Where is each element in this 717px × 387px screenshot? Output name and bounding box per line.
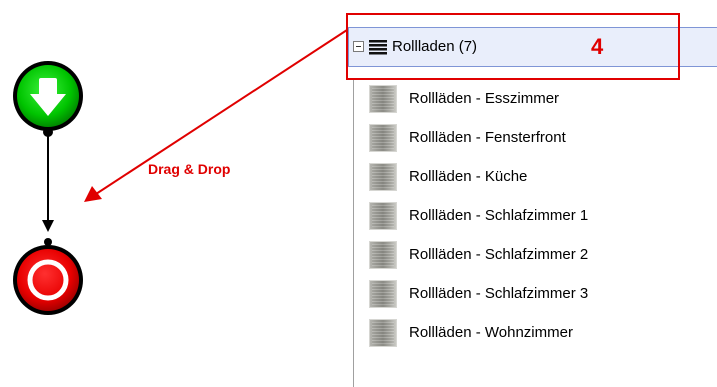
flow-canvas[interactable]: Drag & Drop <box>0 0 348 387</box>
start-connector-dot[interactable] <box>43 127 53 137</box>
tree-item-label: Rollläden - Schlafzimmer 3 <box>409 285 589 302</box>
drag-drop-label: Drag & Drop <box>148 161 231 177</box>
tree-item-label: Rollläden - Esszimmer <box>409 90 560 107</box>
tree-item-schlafzimmer-2[interactable]: Rollläden - Schlafzimmer 2 <box>369 235 588 274</box>
tree-item-list: Rollläden - Esszimmer Rollläden - Fenste… <box>369 79 588 352</box>
stacked-lines-icon <box>369 40 387 55</box>
connector-line[interactable] <box>42 136 54 232</box>
step-number-badge: 4 <box>591 34 604 59</box>
tree-item-schlafzimmer-1[interactable]: Rollläden - Schlafzimmer 1 <box>369 196 588 235</box>
end-node[interactable] <box>13 238 83 315</box>
roller-shutter-icon <box>369 201 397 230</box>
roller-shutter-icon <box>369 318 397 347</box>
tree-item-label: Rollläden - Schlafzimmer 1 <box>409 207 589 224</box>
tree-item-fensterfront[interactable]: Rollläden - Fensterfront <box>369 118 588 157</box>
tree-connector-line <box>353 80 354 387</box>
start-node[interactable] <box>13 61 83 137</box>
group-label: Rollladen (7) <box>392 38 478 55</box>
tree-item-label: Rollläden - Schlafzimmer 2 <box>409 246 589 263</box>
tree-item-esszimmer[interactable]: Rollläden - Esszimmer <box>369 79 588 118</box>
tree-group-rollladen[interactable]: Rollladen (7) 4 <box>348 27 717 67</box>
roller-shutter-icon <box>369 162 397 191</box>
collapse-minus-icon[interactable] <box>353 41 364 52</box>
tree-item-label: Rollläden - Fensterfront <box>409 129 566 146</box>
roller-shutter-icon <box>369 123 397 152</box>
tree-item-label: Rollläden - Wohnzimmer <box>409 324 573 341</box>
tree-item-kueche[interactable]: Rollläden - Küche <box>369 157 588 196</box>
tree-item-label: Rollläden - Küche <box>409 168 528 185</box>
roller-shutter-icon <box>369 240 397 269</box>
tree-item-wohnzimmer[interactable]: Rollläden - Wohnzimmer <box>369 313 588 352</box>
tree-item-schlafzimmer-3[interactable]: Rollläden - Schlafzimmer 3 <box>369 274 588 313</box>
roller-shutter-icon <box>369 279 397 308</box>
end-connector-dot[interactable] <box>44 238 52 246</box>
roller-shutter-icon <box>369 84 397 113</box>
